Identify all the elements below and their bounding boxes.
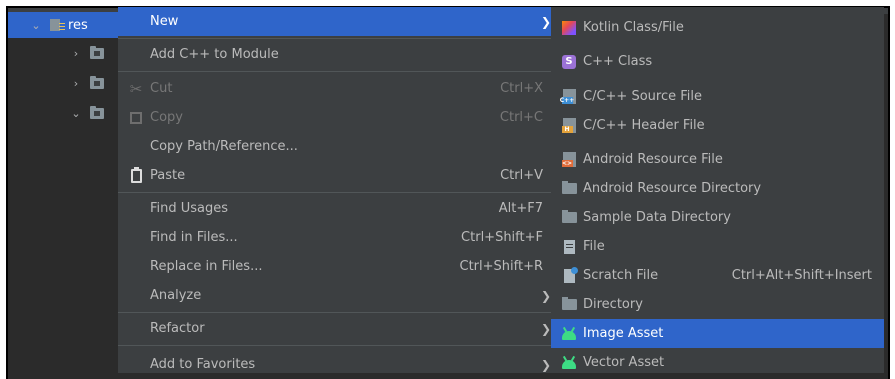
menu-item-shortcut: Ctrl+X [500, 81, 543, 96]
submenu-item-label: File [583, 239, 605, 254]
submenu-item-file[interactable]: File [551, 232, 884, 261]
copy-icon [128, 110, 144, 126]
folder-icon [561, 297, 577, 313]
menu-item-cut[interactable]: ✂ Cut Ctrl+X [118, 74, 555, 103]
menu-item-shortcut: Ctrl+Alt+Shift+Insert [731, 268, 872, 283]
submenu-item-label: C/C++ Source File [583, 89, 702, 104]
cpp-header-file-icon: H [561, 118, 577, 134]
submenu-item-label: Kotlin Class/File [583, 20, 684, 35]
tree-node-label: res [68, 17, 88, 33]
submenu-arrow-icon: ❯ [540, 14, 551, 29]
submenu-item-scratch-file[interactable]: Scratch File Ctrl+Alt+Shift+Insert [551, 261, 884, 290]
submenu-item-label: C/C++ Header File [583, 118, 705, 133]
menu-item-label: Cut [150, 81, 173, 96]
menu-item-find-usages[interactable]: Find Usages Alt+F7 [118, 194, 555, 223]
scissors-icon: ✂ [129, 79, 143, 98]
menu-item-label: Find in Files... [150, 230, 238, 245]
submenu-arrow-icon: ❯ [540, 321, 551, 336]
android-icon [561, 355, 577, 371]
frame-border-right [888, 6, 890, 379]
android-icon [561, 326, 577, 342]
menu-separator [118, 38, 555, 39]
submenu-item-vector-asset[interactable]: Vector Asset [551, 348, 884, 377]
menu-item-label: Analyze [150, 288, 202, 303]
folder-icon [90, 75, 104, 89]
tree-node-child-3[interactable]: ⌄ [8, 100, 124, 126]
menu-item-new[interactable]: New ❯ [118, 7, 555, 36]
menu-item-label: Paste [150, 168, 186, 183]
menu-item-copy[interactable]: Copy Ctrl+C [118, 103, 555, 132]
submenu-item-label: Vector Asset [583, 355, 665, 370]
menu-item-copy-path[interactable]: Copy Path/Reference... [118, 132, 555, 161]
menu-item-label: Copy Path/Reference... [150, 139, 298, 154]
chevron-right-icon[interactable]: › [70, 77, 82, 90]
folder-icon [561, 210, 577, 226]
submenu-item-label: Image Asset [583, 326, 664, 341]
chevron-down-icon[interactable]: ⌄ [70, 107, 82, 120]
context-menu: New ❯ Add C++ to Module ✂ Cut Ctrl+X Cop… [118, 7, 555, 373]
menu-item-find-in-files[interactable]: Find in Files... Ctrl+Shift+F [118, 223, 555, 252]
menu-separator [118, 312, 555, 313]
submenu-item-cpp-source[interactable]: C++ C/C++ Source File [551, 82, 884, 111]
menu-item-label: Replace in Files... [150, 259, 263, 274]
file-icon [561, 239, 577, 255]
submenu-item-kotlin-class[interactable]: Kotlin Class/File [551, 13, 884, 42]
menu-item-label: Add C++ to Module [150, 47, 279, 62]
paste-icon [128, 166, 144, 184]
scratch-file-icon [561, 266, 578, 284]
submenu-item-label: Scratch File [583, 268, 659, 283]
submenu-item-label: Android Resource Directory [583, 181, 762, 196]
menu-item-analyze[interactable]: Analyze ❯ [118, 281, 555, 310]
cpp-source-file-icon: C++ [560, 89, 577, 105]
android-resource-file-icon: <> [561, 152, 577, 168]
menu-separator [118, 345, 555, 346]
menu-item-add-cpp[interactable]: Add C++ to Module [118, 40, 555, 69]
menu-item-label: Add to Favorites [150, 357, 256, 372]
submenu-item-label: C++ Class [583, 54, 653, 69]
menu-item-label: Find Usages [150, 201, 229, 216]
submenu-arrow-icon: ❯ [540, 288, 551, 303]
menu-item-add-to-favorites[interactable]: Add to Favorites ❯ [118, 350, 555, 379]
menu-item-shortcut: Ctrl+Shift+F [461, 230, 543, 245]
menu-item-refactor[interactable]: Refactor ❯ [118, 314, 555, 343]
menu-item-shortcut: Alt+F7 [498, 201, 543, 216]
submenu-arrow-icon: ❯ [540, 357, 551, 372]
submenu-item-directory[interactable]: Directory [551, 290, 884, 319]
chevron-down-icon[interactable]: ⌄ [30, 19, 42, 32]
kotlin-icon [561, 20, 577, 36]
menu-item-shortcut: Ctrl+Shift+R [459, 259, 544, 274]
new-submenu: Kotlin Class/File S C++ Class C++ C/C++ … [551, 7, 884, 373]
menu-separator [118, 192, 555, 193]
submenu-item-label: Directory [583, 297, 643, 312]
menu-item-shortcut: Ctrl+C [499, 110, 543, 125]
submenu-item-android-resource-directory[interactable]: Android Resource Directory [551, 174, 884, 203]
menu-item-label: Copy [150, 110, 183, 125]
cpp-class-icon: S [561, 54, 577, 70]
menu-item-label: Refactor [150, 321, 205, 336]
submenu-item-sample-data-directory[interactable]: Sample Data Directory [551, 203, 884, 232]
menu-item-paste[interactable]: Paste Ctrl+V [118, 161, 555, 190]
tree-node-child-1[interactable]: › [8, 40, 124, 66]
chevron-right-icon[interactable]: › [70, 47, 82, 60]
submenu-item-image-asset[interactable]: Image Asset [551, 319, 884, 348]
menu-item-replace-in-files[interactable]: Replace in Files... Ctrl+Shift+R [118, 252, 555, 281]
tree-node-child-2[interactable]: › [8, 70, 124, 96]
menu-separator [118, 71, 555, 72]
submenu-item-cpp-class[interactable]: S C++ Class [551, 47, 884, 76]
submenu-item-android-resource-file[interactable]: <> Android Resource File [551, 145, 884, 174]
submenu-item-label: Android Resource File [583, 152, 723, 167]
submenu-item-label: Sample Data Directory [583, 210, 731, 225]
submenu-item-cpp-header[interactable]: H C/C++ Header File [551, 111, 884, 140]
resource-folder-icon [50, 19, 65, 31]
folder-icon [90, 45, 104, 59]
tree-node-res[interactable]: ⌄ res [8, 12, 128, 38]
folder-icon [90, 105, 104, 119]
menu-item-shortcut: Ctrl+V [500, 168, 543, 183]
folder-icon [561, 181, 577, 197]
menu-item-label: New [150, 14, 179, 29]
